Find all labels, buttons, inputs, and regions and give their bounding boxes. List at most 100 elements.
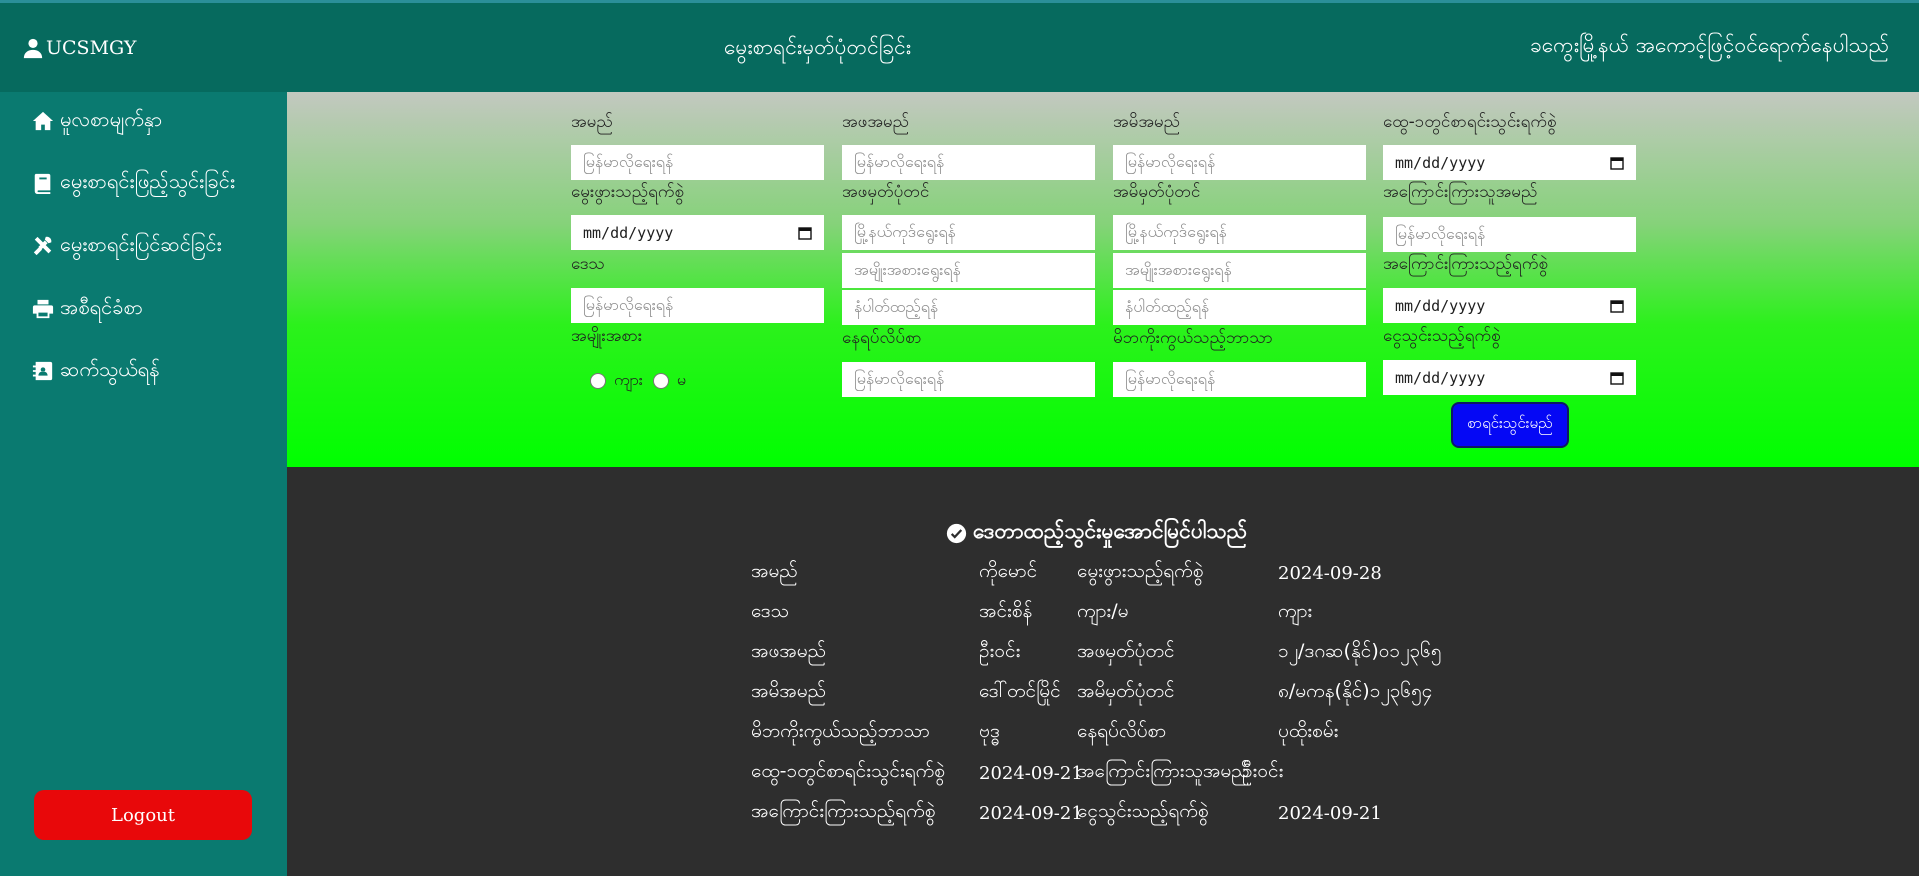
success-message: ဒေတာထည့်သွင်းမှုအောင်မြင်ပါသည် [946,518,1247,549]
contact-card-icon [32,361,53,381]
result-label: နေရပ်လိပ်စာ [1077,720,1167,742]
result-value: ဒေါ်တင်မြိုင် [979,680,1061,702]
result-value: ကျား [1278,600,1313,622]
fee-date-label: ငွေသွင်းသည့်ရက်စွဲ [1383,326,1501,346]
mother-name-input[interactable]: မြန်မာလိုရေးရန် [1113,145,1366,180]
reporter-label: အကြောင်းကြားသူအမည် [1383,182,1538,202]
reg-date-label: ထွေ-၁တွင်စာရင်းသွင်းရက်စွဲ [1383,112,1557,132]
sidebar-item-label: မူလစာမျက်နှာ [60,107,163,131]
result-label: အမိအမည် [751,680,826,702]
result-value: 2024-09-21 [979,803,1083,824]
reg-date-input[interactable]: mm/dd/yyyy [1383,145,1636,180]
result-value: ၈/မကန(နိုင်)၁၂၃၆၅၄ [1278,680,1433,702]
gender-radio-group: ကျား မ [590,369,686,393]
mother-nrc-type-select[interactable]: အမျိုးအစားရွေးရန် [1113,253,1366,288]
gender-male-radio[interactable] [590,373,606,389]
fee-date-value: mm/dd/yyyy [1395,368,1486,387]
reporter-input[interactable]: မြန်မာလိုရေးရန် [1383,217,1636,252]
result-value: ကိုမောင် [979,560,1038,582]
address-label: နေရပ်လိပ်စာ [842,328,922,348]
sidebar-item-birth-entry[interactable]: မွေးစာရင်းဖြည့်သွင်းခြင်း [32,168,235,198]
tools-icon [33,236,52,256]
mother-nrc-label: အမိမှတ်ပုံတင် [1113,182,1201,202]
address-input[interactable]: မြန်မာလိုရေးရန် [842,362,1095,397]
result-label: အဖအမည် [751,640,826,662]
welcome-text: ခကွေးမြို့နယ် အကောင့်ဖြင့်ဝင်ရောက်နေပါသည… [1529,33,1889,57]
result-value: ဦးဝင်း [979,640,1021,662]
result-label: ကျား/မ [1077,600,1129,622]
religion-input[interactable]: မြန်မာလိုရေးရန် [1113,362,1366,397]
calendar-icon[interactable] [1610,299,1624,313]
calendar-icon[interactable] [1610,371,1624,385]
name-input[interactable]: မြန်မာလိုရေးရန် [571,145,824,180]
result-label: အဖမှတ်ပုံတင် [1077,640,1175,662]
user-icon [23,38,43,59]
success-text: ဒေတာထည့်သွင်းမှုအောင်မြင်ပါသည် [973,519,1248,543]
result-value: ဗုဒ္ဓ [979,720,1000,742]
result-label: ငွေသွင်းသည့်ရက်စွဲ [1077,800,1209,822]
dob-date-value: mm/dd/yyyy [583,223,674,242]
dob-date-input[interactable]: mm/dd/yyyy [571,215,824,250]
result-label: မိဘကိုးကွယ်သည့်ဘာသာ [751,720,930,742]
father-nrc-number-input[interactable]: နံပါတ်ထည့်ရန် [842,290,1095,325]
sidebar-item-birth-edit[interactable]: မွေးစာရင်းပြင်ဆင်ခြင်း [32,231,222,261]
result-label: အကြောင်းကြားသည့်ရက်စွဲ [751,800,936,822]
sidebar-item-contact[interactable]: ဆက်သွယ်ရန် [32,356,160,386]
brand[interactable]: UCSMGY [22,37,136,59]
home-icon [32,111,54,131]
calendar-icon[interactable] [798,226,812,240]
gender-male-label: ကျား [614,370,643,389]
calendar-icon[interactable] [1610,156,1624,170]
father-nrc-label: အဖမှတ်ပုံတင် [842,182,930,202]
birth-registration-form: အမည် မြန်မာလိုရေးရန် မွေးဖွားသည့်ရက်စွဲ … [287,92,1919,467]
top-bar: UCSMGY မွေးစာရင်းမှတ်ပုံတင်ခြင်း ခကွေးမြ… [0,0,1919,92]
region-label: ဒေသ [571,254,605,274]
gender-label: အမျိုးအစား [571,326,643,346]
report-date-label: အကြောင်းကြားသည့်ရက်စွဲ [1383,254,1549,274]
result-label: အမည် [751,560,798,582]
result-value: ပုထိုးစမ်း [1278,720,1339,742]
result-label: ဒေသ [751,600,789,622]
sidebar-item-report[interactable]: အစီရင်ခံစာ [32,294,143,324]
sidebar-item-label: မွေးစာရင်းဖြည့်သွင်းခြင်း [60,169,235,193]
dob-label: မွေးဖွားသည့်ရက်စွဲ [571,182,685,202]
father-nrc-type-select[interactable]: အမျိုးအစားရွေးရန် [842,253,1095,288]
result-label: အမိမှတ်ပုံတင် [1077,680,1175,702]
result-value: အင်းစိန် [979,600,1033,622]
sidebar-item-label: အစီရင်ခံစာ [60,295,143,319]
result-value: ဦးဝင်း [1242,760,1284,782]
father-name-input[interactable]: မြန်မာလိုရေးရန် [842,145,1095,180]
check-circle-icon [946,523,967,544]
sidebar-item-label: မွေးစာရင်းပြင်ဆင်ခြင်း [60,232,222,256]
sidebar-item-label: ဆက်သွယ်ရန် [60,357,160,381]
region-input[interactable]: မြန်မာလိုရေးရန် [571,288,824,323]
result-value: 2024-09-21 [1278,803,1382,824]
fee-date-input[interactable]: mm/dd/yyyy [1383,360,1636,395]
father-nrc-township-select[interactable]: မြို့နယ်ကုဒ်ရွေးရန် [842,215,1095,250]
page-title: မွေးစာရင်းမှတ်ပုံတင်ခြင်း [724,35,912,59]
brand-name: UCSMGY [46,37,137,59]
reg-date-value: mm/dd/yyyy [1395,153,1486,172]
result-panel: ဒေတာထည့်သွင်းမှုအောင်မြင်ပါသည် အမည် ကိုမ… [287,467,1919,876]
logout-button[interactable]: Logout [34,790,252,840]
mother-nrc-number-input[interactable]: နံပါတ်ထည့်ရန် [1113,290,1366,325]
printer-icon [32,299,54,319]
mother-nrc-township-select[interactable]: မြို့နယ်ကုဒ်ရွေးရန် [1113,215,1366,250]
gender-female-radio[interactable] [652,373,669,389]
mother-name-label: အမိအမည် [1113,112,1181,132]
result-label: ထွေ-၁တွင်စာရင်းသွင်းရက်စွဲ [751,760,945,782]
report-date-input[interactable]: mm/dd/yyyy [1383,288,1636,323]
sidebar: မူလစာမျက်နှာ မွေးစာရင်းဖြည့်သွင်းခြင်း မ… [0,92,287,876]
result-label: မွေးဖွားသည့်ရက်စွဲ [1077,560,1204,582]
report-date-value: mm/dd/yyyy [1395,296,1486,315]
father-name-label: အဖအမည် [842,112,910,132]
sidebar-item-home[interactable]: မူလစာမျက်နှာ [32,106,162,136]
submit-button[interactable]: စာရင်းသွင်းမည် [1451,402,1569,448]
gender-female-label: မ [676,370,686,389]
name-label: အမည် [571,112,613,132]
religion-label: မိဘကိုးကွယ်သည့်ဘာသာ [1113,328,1273,348]
result-value: ၁၂/ဒဂဆ(နိုင်)၀၁၂၃၆၅ [1278,640,1442,662]
result-label: အကြောင်းကြားသူအမည် [1077,760,1250,782]
result-value: 2024-09-21 [979,763,1083,784]
book-icon [34,173,51,194]
